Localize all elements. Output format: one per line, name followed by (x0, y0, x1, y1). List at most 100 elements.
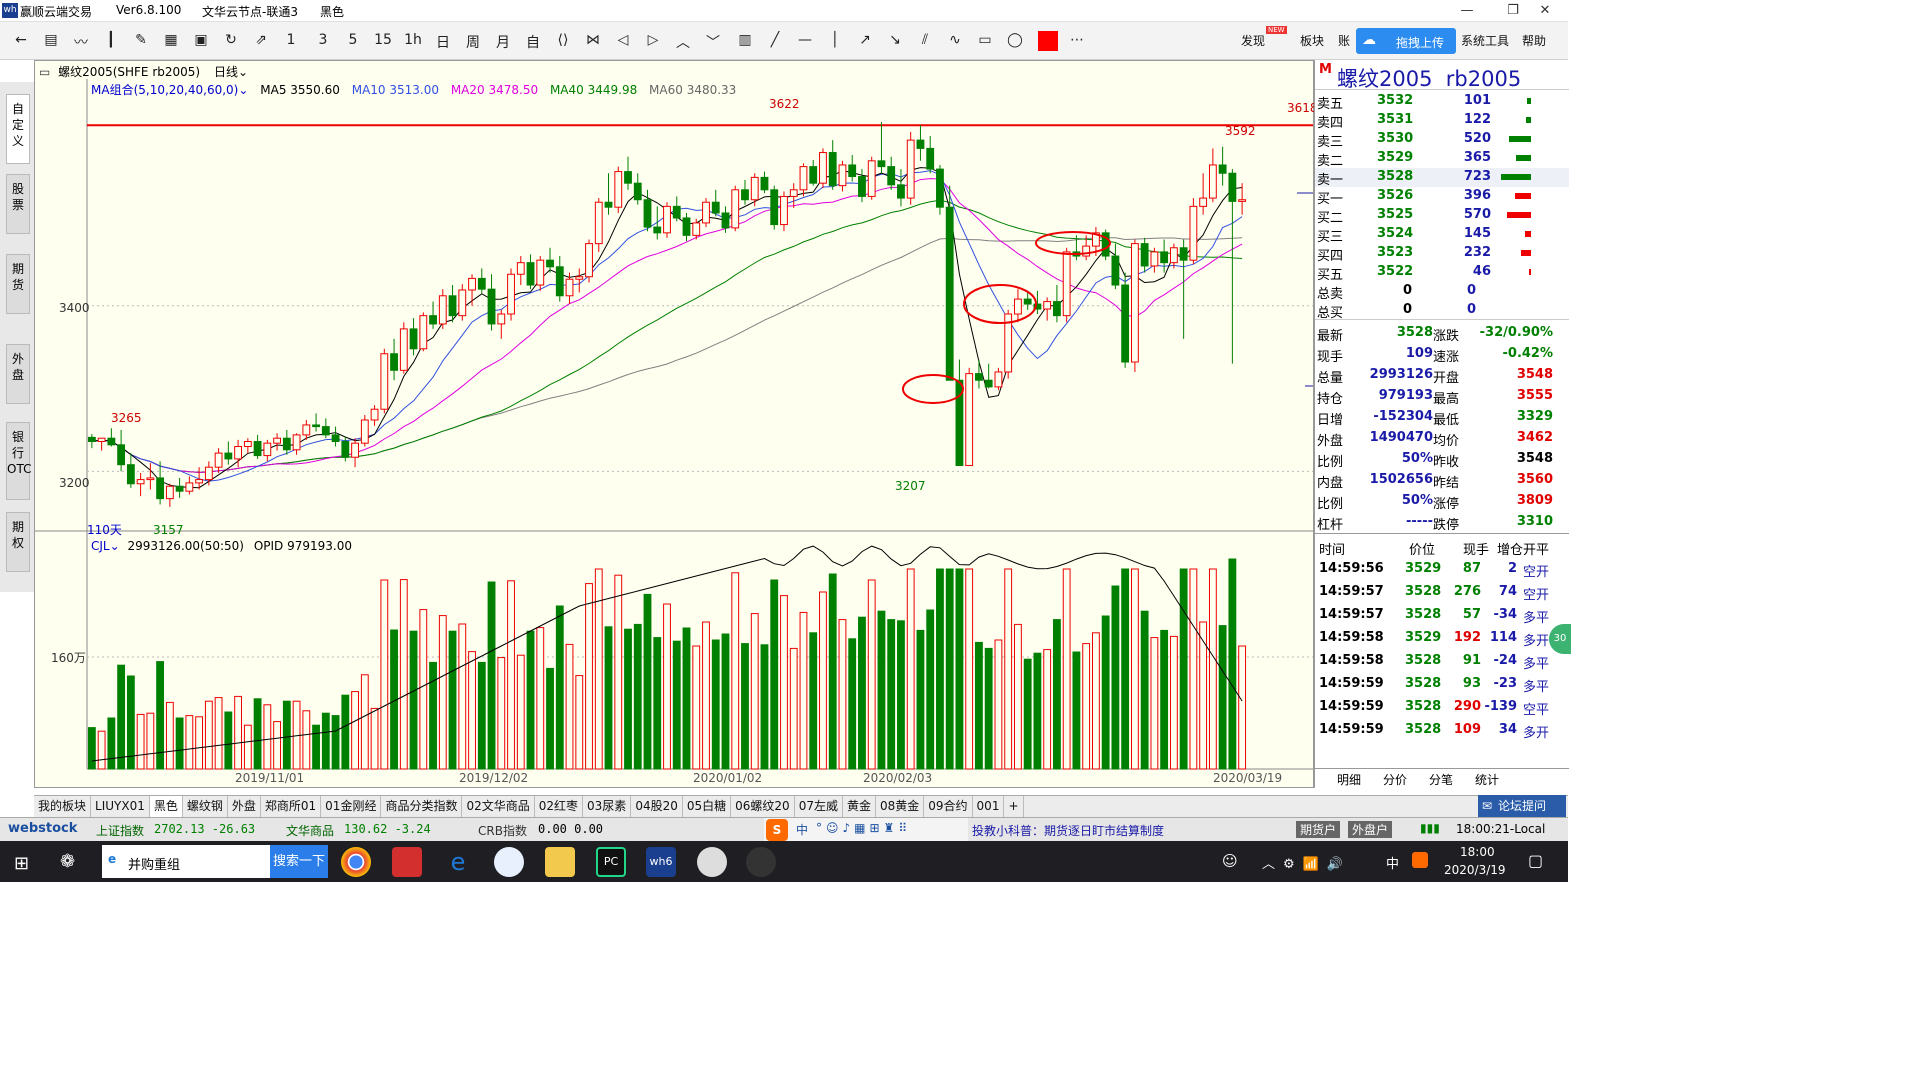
sidebar-tab-bank-otc[interactable]: 银行OTC (6, 422, 31, 500)
bottom-tab[interactable]: LIUYX01 (91, 796, 150, 817)
orderbook-row-bid[interactable]: 买二 3525 570 (1315, 206, 1569, 226)
bottom-tab[interactable]: 我的板块 (34, 796, 92, 817)
period-3[interactable]: 3 (312, 32, 334, 48)
ellipse-icon[interactable]: ◯ (1004, 32, 1026, 48)
tick-row[interactable]: 14:59:58 3529 192 114 多开 (1315, 627, 1569, 649)
sidebar-tab-custom[interactable]: 自定义 (6, 94, 30, 164)
taskbar-search-button[interactable]: 搜索一下 (270, 845, 328, 878)
channel-icon[interactable]: ⫽ (914, 32, 936, 48)
sogou-icon[interactable]: S (766, 819, 788, 841)
tray-icons[interactable]: ︿⚙📶🔊 (1262, 853, 1351, 872)
hline-icon[interactable]: — (794, 32, 816, 48)
people-icon[interactable]: ☺ (1222, 852, 1238, 870)
ma-group-dropdown-icon[interactable]: ⌄ (238, 83, 248, 97)
orderbook-row-ask[interactable]: 卖三 3530 520 (1315, 130, 1569, 150)
minimize-button[interactable]: — (1444, 0, 1490, 22)
vline-icon[interactable]: │ (824, 32, 846, 48)
period-1[interactable]: 1 (280, 32, 302, 48)
vol-indicator[interactable]: CJL (91, 539, 110, 553)
pycharm-icon[interactable]: PC (596, 847, 626, 877)
webstock-logo[interactable]: webstock (8, 821, 77, 836)
bottom-tab[interactable]: 01金刚经 (321, 796, 382, 817)
edge-icon[interactable]: e (443, 847, 473, 877)
more-icon[interactable]: ⋯ (1066, 32, 1088, 48)
tick-row[interactable]: 14:59:59 3528 93 -23 多平 (1315, 673, 1569, 695)
tick-row[interactable]: 14:59:58 3528 91 -24 多平 (1315, 650, 1569, 672)
taskbar-search-box[interactable]: e 并购重组 (102, 845, 270, 878)
bottom-tab[interactable]: 黑色 (149, 796, 183, 817)
bottom-tab[interactable]: 商品分类指数 (381, 796, 463, 817)
sidebar-tab-stock[interactable]: 股票 (6, 174, 30, 234)
bottom-tab[interactable]: 07左威 (795, 796, 843, 817)
period-week[interactable]: 周 (462, 32, 484, 52)
tick-row[interactable]: 14:59:59 3528 109 34 多开 (1315, 719, 1569, 741)
bottom-tab[interactable]: 螺纹钢 (183, 796, 228, 817)
windows-start-icon[interactable]: ⊞ (14, 853, 29, 874)
grid-icon[interactable]: ▦ (160, 32, 182, 48)
quant-app-icon[interactable] (746, 847, 776, 877)
bottom-tab[interactable]: 04股20 (631, 796, 683, 817)
refresh-icon[interactable]: ↻ (220, 32, 242, 48)
sidebar-tab-futures[interactable]: 期货 (6, 254, 30, 314)
wenhua-icon[interactable]: wh6 (646, 847, 676, 877)
bottom-tab[interactable]: 02红枣 (535, 796, 584, 817)
kline-chart[interactable] (35, 61, 1313, 787)
sector-button[interactable]: 板块 (1300, 32, 1324, 49)
bottom-tab[interactable]: 001 (973, 796, 1005, 817)
ma-group-label[interactable]: MA组合(5,10,20,40,60,0) (91, 83, 238, 97)
orderbook-row-bid[interactable]: 买三 3524 145 (1315, 225, 1569, 245)
tab-price-dist[interactable]: 分价 (1383, 771, 1407, 788)
ray-icon[interactable]: ↗ (854, 32, 876, 48)
tick-row[interactable]: 14:59:59 3528 290 -139 空平 (1315, 696, 1569, 718)
task-view-icon[interactable]: ❁ (60, 851, 75, 872)
sidebar-tab-foreign[interactable]: 外盘 (6, 344, 30, 404)
tick-row[interactable]: 14:59:57 3528 57 -34 多平 (1315, 604, 1569, 626)
bottom-tab[interactable]: 08黄金 (876, 796, 925, 817)
bottom-tab[interactable]: 09合约 (924, 796, 973, 817)
sidebar-tab-options[interactable]: 期权 (6, 512, 30, 572)
period-1h[interactable]: 1h (402, 32, 424, 48)
tick-row[interactable]: 14:59:57 3528 276 74 空开 (1315, 581, 1569, 603)
orderbook-row-ask[interactable]: 卖四 3531 122 (1315, 111, 1569, 131)
wave-icon[interactable]: ∿ (944, 32, 966, 48)
kline-chart-panel[interactable]: ▭ 螺纹2005(SHFE rb2005) 日线⌄ MA组合(5,10,20,4… (34, 60, 1318, 788)
ray-down-icon[interactable]: ↘ (884, 32, 906, 48)
bottom-tab[interactable]: + (1004, 796, 1024, 817)
tab-stats[interactable]: 统计 (1475, 771, 1499, 788)
system-tools-button[interactable]: 系统工具 (1461, 32, 1509, 49)
auto-icon[interactable]: 自 (522, 32, 544, 52)
tick-row[interactable]: 14:59:56 3529 87 2 空开 (1315, 558, 1569, 580)
save-icon[interactable]: ▣ (190, 32, 212, 48)
youdao-icon[interactable] (392, 847, 422, 877)
ime-toolbar-icons[interactable]: °☺♪▦⊞♜⠿ (816, 821, 911, 835)
news-ticker[interactable]: 投教小科普：期货逐日盯市结算制度 (972, 822, 1164, 839)
pinwheel-app-icon[interactable] (697, 847, 727, 877)
futures-account-button[interactable]: 期货户 (1296, 821, 1341, 838)
notification-icon[interactable]: ▢ (1528, 851, 1543, 870)
layout-icon[interactable]: ▥ (734, 32, 756, 48)
right-arrow-icon[interactable]: ▷ (642, 32, 664, 48)
bottom-tab[interactable]: 外盘 (228, 796, 261, 817)
table-icon[interactable]: ▤ (40, 32, 62, 48)
compare-icon[interactable]: ⇗ (250, 32, 272, 48)
period-day[interactable]: 日 (432, 32, 454, 52)
close-button[interactable]: ✕ (1522, 0, 1568, 22)
ime-chinese-icon[interactable]: 中 (796, 821, 808, 838)
upload-button[interactable]: ☁ 拖拽上传 (1356, 28, 1456, 54)
bottom-tab[interactable]: 06螺纹20 (731, 796, 795, 817)
segment-icon[interactable]: ╱ (764, 32, 786, 48)
ime-indicator[interactable]: 中 (1386, 853, 1399, 872)
menu-icon[interactable]: ▭ (39, 65, 50, 79)
zoom-in-icon[interactable]: ⟨⟩ (552, 32, 574, 48)
bottom-tab[interactable]: 03尿素 (583, 796, 632, 817)
orderbook-row-bid[interactable]: 买五 3522 46 (1315, 263, 1569, 283)
period-dropdown-icon[interactable]: ⌄ (238, 65, 248, 79)
period-15[interactable]: 15 (372, 32, 394, 48)
bottom-tab[interactable]: 02文华商品 (462, 796, 535, 817)
vol-dropdown-icon[interactable]: ⌄ (110, 539, 120, 553)
bottom-tab[interactable]: 05白糖 (683, 796, 732, 817)
tab-tick[interactable]: 分笔 (1429, 771, 1453, 788)
bottom-tab[interactable]: 郑商所01 (261, 796, 322, 817)
chart-period[interactable]: 日线 (214, 65, 238, 79)
file-explorer-icon[interactable] (545, 847, 575, 877)
